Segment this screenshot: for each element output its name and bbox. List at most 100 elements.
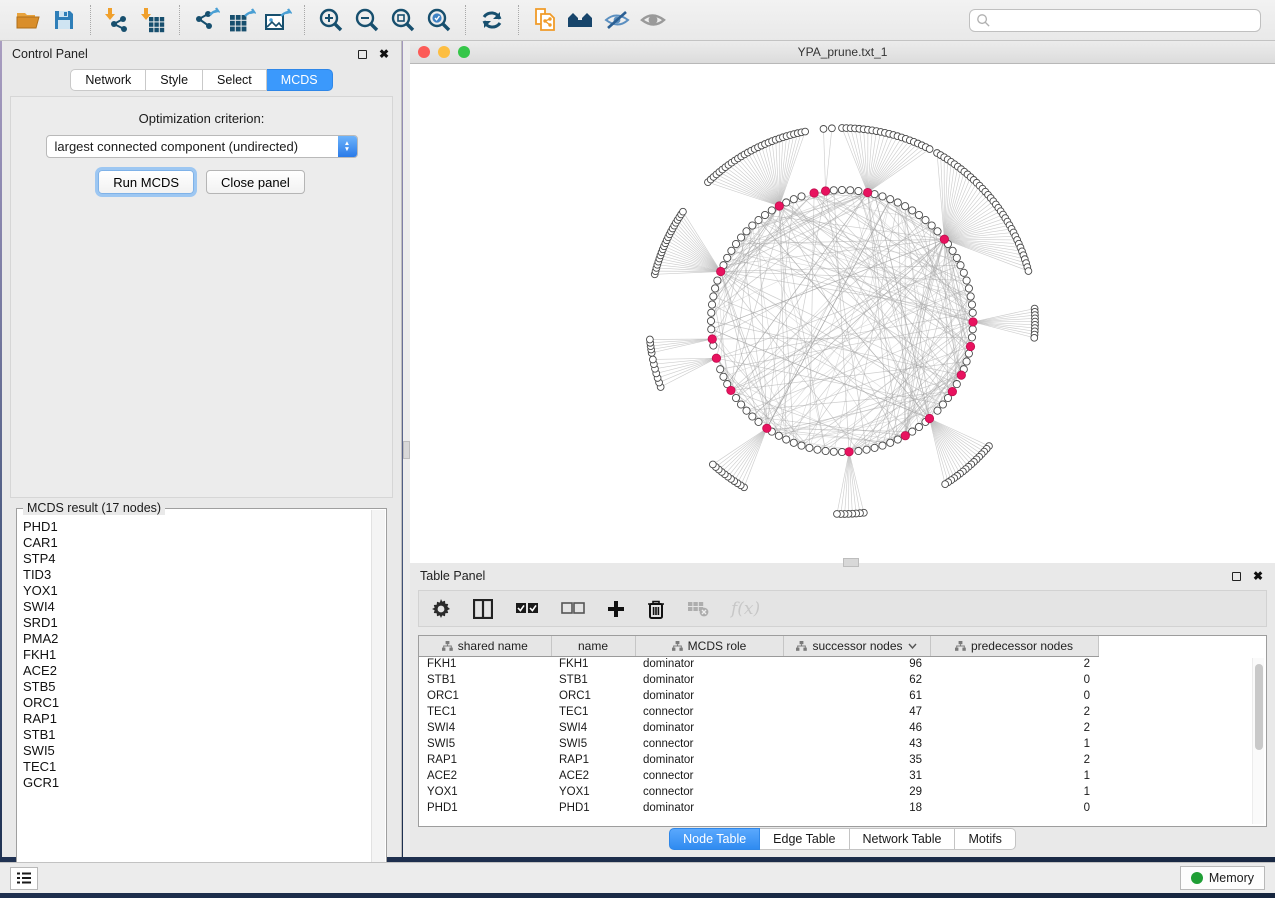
graph-node[interactable] [761, 211, 768, 218]
graph-node[interactable] [957, 262, 964, 269]
mcds-result-item[interactable]: TEC1 [23, 759, 370, 775]
memory-button[interactable]: Memory [1180, 866, 1265, 890]
task-history-icon[interactable] [10, 867, 38, 890]
graph-node[interactable] [909, 428, 916, 435]
table-row[interactable]: RAP1RAP1dominator352 [419, 752, 1098, 768]
zoom-selected-icon[interactable] [421, 4, 457, 36]
graph-node[interactable] [710, 293, 717, 300]
mcds-node[interactable] [969, 318, 977, 326]
graph-node[interactable] [968, 301, 975, 308]
mcds-node[interactable] [957, 371, 965, 379]
mcds-node[interactable] [925, 414, 933, 422]
graph-node[interactable] [922, 216, 929, 223]
column-header-shared-name[interactable]: shared name [419, 636, 551, 656]
mcds-result-item[interactable]: RAP1 [23, 711, 370, 727]
graph-node[interactable] [969, 326, 976, 333]
graph-node[interactable] [1025, 268, 1032, 275]
mcds-result-item[interactable]: SRD1 [23, 615, 370, 631]
graph-node[interactable] [822, 447, 829, 454]
graph-node[interactable] [749, 413, 756, 420]
close-table-panel-icon[interactable]: ✖ [1251, 569, 1265, 583]
graph-node[interactable] [790, 196, 797, 203]
graph-node[interactable] [963, 277, 970, 284]
table-row[interactable]: STB1STB1dominator620 [419, 672, 1098, 688]
graph-node[interactable] [963, 358, 970, 365]
mcds-node[interactable] [845, 448, 853, 456]
zoom-in-icon[interactable] [313, 4, 349, 36]
graph-node[interactable] [1031, 334, 1038, 341]
graph-node[interactable] [838, 186, 845, 193]
network-titlebar[interactable]: YPA_prune.txt_1 [410, 41, 1275, 64]
graph-node[interactable] [814, 446, 821, 453]
maximize-window-icon[interactable] [458, 46, 470, 58]
graph-node[interactable] [646, 336, 653, 343]
export-image-icon[interactable] [260, 4, 296, 36]
table-row[interactable]: SWI4SWI4dominator462 [419, 720, 1098, 736]
graph-node[interactable] [887, 196, 894, 203]
graph-node[interactable] [942, 481, 949, 488]
duplicate-network-icon[interactable] [527, 4, 563, 36]
graph-node[interactable] [649, 356, 656, 363]
graph-node[interactable] [790, 439, 797, 446]
optimization-criterion-select[interactable]: largest connected component (undirected)… [46, 135, 358, 158]
column-header-name[interactable]: name [551, 636, 635, 656]
show-all-icon[interactable] [635, 4, 671, 36]
zoom-fit-icon[interactable] [385, 4, 421, 36]
tab-select[interactable]: Select [203, 69, 267, 91]
mcds-result-item[interactable]: STB1 [23, 727, 370, 743]
panel-splitter[interactable] [403, 41, 410, 857]
graph-node[interactable] [743, 407, 750, 414]
graph-node[interactable] [680, 208, 687, 215]
table-tab-network-table[interactable]: Network Table [850, 828, 956, 850]
mcds-result-item[interactable]: TID3 [23, 567, 370, 583]
column-header-MCDS-role[interactable]: MCDS role [635, 636, 783, 656]
show-column-icon[interactable] [473, 596, 493, 622]
mcds-result-scrollbar[interactable] [371, 510, 385, 877]
graph-node[interactable] [755, 216, 762, 223]
graph-node[interactable] [717, 366, 724, 373]
graph-node[interactable] [728, 247, 735, 254]
graph-node[interactable] [855, 187, 862, 194]
graph-node[interactable] [967, 293, 974, 300]
mcds-result-item[interactable]: SWI5 [23, 743, 370, 759]
graph-node[interactable] [953, 381, 960, 388]
table-scrollbar[interactable] [1252, 658, 1264, 824]
graph-node[interactable] [707, 317, 714, 324]
graph-node[interactable] [802, 128, 809, 135]
tab-mcds[interactable]: MCDS [267, 69, 333, 91]
graph-node[interactable] [934, 407, 941, 414]
graph-node[interactable] [709, 461, 716, 468]
graph-node[interactable] [894, 199, 901, 206]
horizontal-splitter-grip[interactable] [843, 558, 859, 567]
refresh-layout-icon[interactable] [474, 4, 510, 36]
graph-node[interactable] [755, 418, 762, 425]
import-network-icon[interactable] [99, 4, 135, 36]
mcds-node[interactable] [948, 387, 956, 395]
import-table-icon[interactable] [135, 4, 171, 36]
graph-node[interactable] [732, 394, 739, 401]
graph-node[interactable] [915, 211, 922, 218]
graph-node[interactable] [939, 401, 946, 408]
graph-node[interactable] [798, 193, 805, 200]
graph-node[interactable] [969, 309, 976, 316]
graph-node[interactable] [749, 222, 756, 229]
graph-node[interactable] [830, 187, 837, 194]
table-row[interactable]: PHD1PHD1dominator180 [419, 800, 1098, 816]
mcds-node[interactable] [821, 187, 829, 195]
mcds-node[interactable] [775, 202, 783, 210]
mcds-node[interactable] [901, 431, 909, 439]
mcds-result-item[interactable]: GCR1 [23, 775, 370, 791]
first-neighbors-icon[interactable] [563, 4, 599, 36]
table-row[interactable]: ACE2ACE2connector311 [419, 768, 1098, 784]
graph-node[interactable] [708, 326, 715, 333]
graph-node[interactable] [714, 277, 721, 284]
graph-node[interactable] [855, 447, 862, 454]
graph-node[interactable] [768, 207, 775, 214]
mcds-node[interactable] [940, 235, 948, 243]
graph-node[interactable] [708, 309, 715, 316]
graph-node[interactable] [934, 228, 941, 235]
close-panel-icon[interactable]: ✖ [377, 47, 391, 61]
table-tab-motifs[interactable]: Motifs [955, 828, 1015, 850]
minimize-window-icon[interactable] [438, 46, 450, 58]
graph-node[interactable] [902, 203, 909, 210]
